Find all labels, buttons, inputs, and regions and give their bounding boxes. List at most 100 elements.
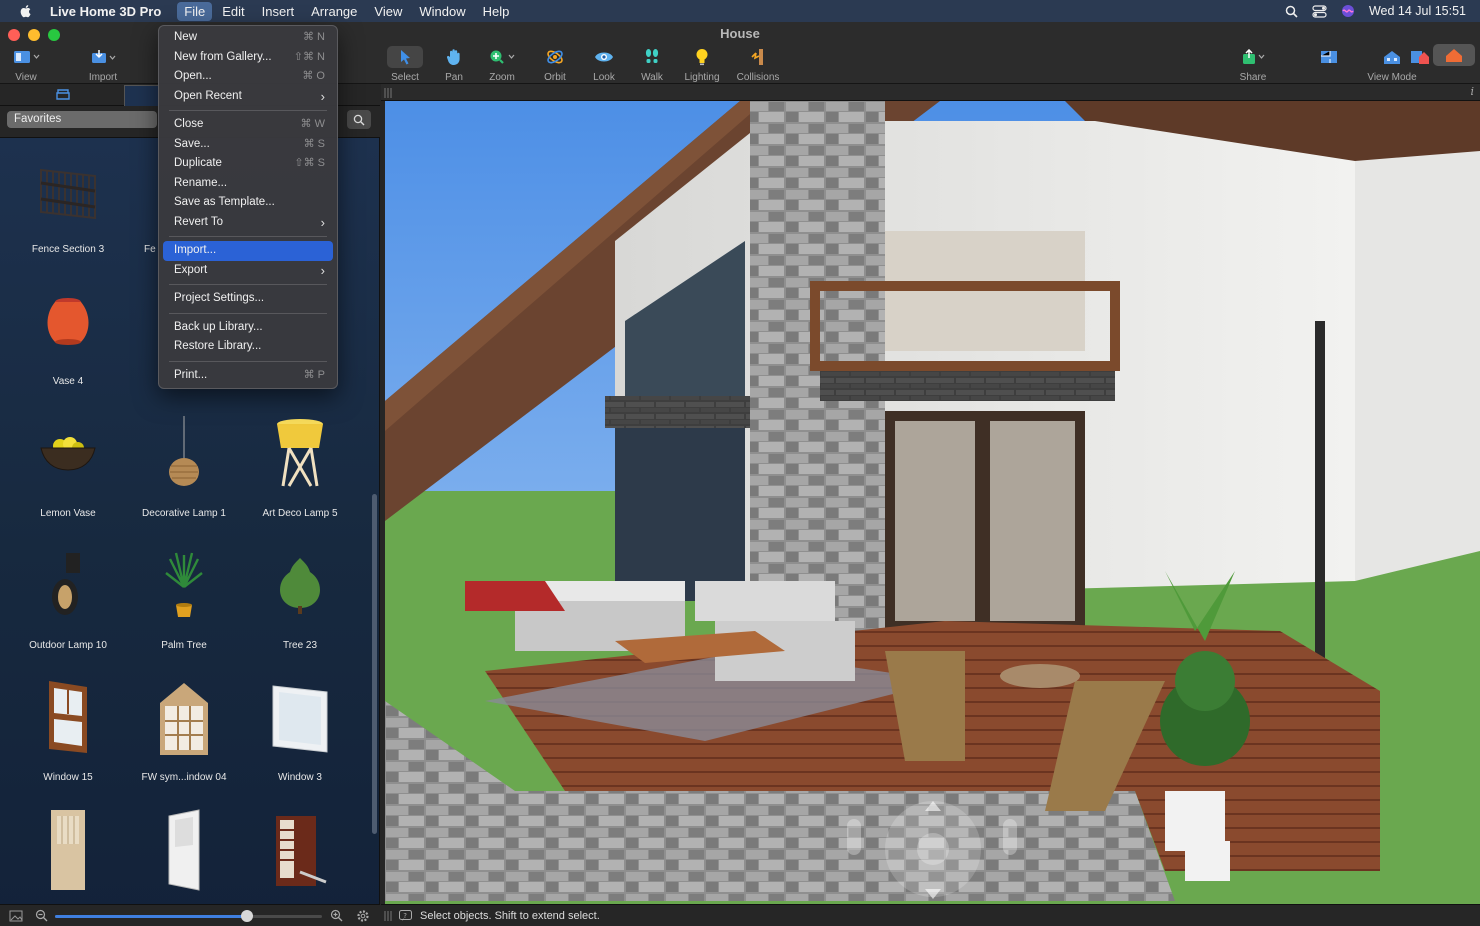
menu-item-new[interactable]: New ⌘ N bbox=[163, 28, 333, 48]
apple-logo-icon[interactable] bbox=[18, 3, 34, 19]
house-red-icon bbox=[1446, 49, 1462, 62]
library-item[interactable]: Fence Section 3 bbox=[10, 140, 126, 272]
menubar-clock[interactable]: Wed 14 Jul 15:51 bbox=[1369, 4, 1466, 18]
library-item[interactable] bbox=[126, 800, 242, 904]
menu-item-duplicate[interactable]: Duplicate ⇧⌘ S bbox=[163, 154, 333, 174]
thumbnail-size-slider[interactable] bbox=[55, 910, 322, 922]
zoom-tool[interactable]: Zoom bbox=[474, 46, 530, 83]
menu-arrange[interactable]: Arrange bbox=[304, 2, 364, 21]
arched-window-icon bbox=[160, 683, 208, 755]
palm-tree-icon bbox=[165, 552, 203, 617]
menu-view[interactable]: View bbox=[367, 2, 409, 21]
slider-knob[interactable] bbox=[241, 910, 254, 922]
library-tab-active[interactable] bbox=[124, 85, 160, 106]
menu-edit[interactable]: Edit bbox=[215, 2, 251, 21]
library-item[interactable] bbox=[242, 800, 358, 904]
library-item[interactable]: Tree 23 bbox=[242, 536, 358, 668]
library-search-button[interactable] bbox=[347, 110, 371, 129]
help-icon[interactable]: ? bbox=[399, 909, 412, 922]
menu-item-import[interactable]: Import... bbox=[163, 241, 333, 261]
menu-item-revert-to[interactable]: Revert To › bbox=[163, 213, 333, 233]
cursor-arrow-icon bbox=[401, 50, 410, 65]
pendant-lamp-icon bbox=[169, 416, 199, 486]
menu-item-save-as-template[interactable]: Save as Template... bbox=[163, 193, 333, 213]
lighting-tool[interactable]: Lighting bbox=[674, 46, 730, 83]
drag-handle-icon[interactable] bbox=[384, 88, 392, 98]
control-center-icon[interactable] bbox=[1312, 4, 1327, 18]
menu-window[interactable]: Window bbox=[412, 2, 472, 21]
window-icon bbox=[49, 681, 87, 753]
import-button[interactable]: Import bbox=[75, 46, 131, 83]
door-icon bbox=[51, 810, 85, 890]
share-label: Share bbox=[1239, 72, 1267, 83]
orbit-icon bbox=[547, 50, 563, 64]
menu-item-close[interactable]: Close ⌘ W bbox=[163, 115, 333, 135]
menu-item-print[interactable]: Print... ⌘ P bbox=[163, 366, 333, 386]
floor-lamp-icon bbox=[277, 419, 323, 487]
sofa-tab-icon[interactable] bbox=[55, 88, 71, 102]
lightbulb-icon bbox=[696, 49, 708, 66]
sidebar-view-icon bbox=[14, 51, 40, 63]
menu-help[interactable]: Help bbox=[476, 2, 517, 21]
menu-item-open[interactable]: Open... ⌘ O bbox=[163, 67, 333, 87]
menu-item-label: Export bbox=[174, 263, 208, 276]
library-item[interactable] bbox=[10, 800, 126, 904]
library-item[interactable]: FW sym...indow 04 bbox=[126, 668, 242, 800]
door-icon bbox=[276, 816, 327, 886]
vase-icon bbox=[47, 298, 89, 345]
slider-fill bbox=[55, 915, 248, 918]
info-icon[interactable]: i bbox=[1470, 85, 1474, 98]
menu-item-rename[interactable]: Rename... bbox=[163, 174, 333, 194]
svg-text:?: ? bbox=[403, 912, 407, 920]
lighting-label: Lighting bbox=[684, 72, 720, 83]
zoom-in-icon[interactable] bbox=[330, 909, 343, 922]
menu-item-open-recent[interactable]: Open Recent › bbox=[163, 87, 333, 107]
3d-viewport[interactable] bbox=[385, 101, 1480, 904]
collisions-tool[interactable]: Collisions bbox=[730, 46, 786, 83]
eye-icon bbox=[595, 52, 613, 62]
menu-item-export[interactable]: Export › bbox=[163, 261, 333, 281]
library-item[interactable]: Vase 4 bbox=[10, 272, 126, 404]
view-toggle-button[interactable]: View bbox=[0, 46, 54, 83]
library-item[interactable]: Lemon Vase bbox=[10, 404, 126, 536]
menu-item-shortcut: ⇧⌘ N bbox=[293, 50, 325, 63]
menu-separator bbox=[169, 236, 327, 237]
menu-item-project-settings[interactable]: Project Settings... bbox=[163, 289, 333, 309]
select-tool[interactable]: Select bbox=[377, 46, 433, 83]
library-item[interactable]: Decorative Lamp 1 bbox=[126, 404, 242, 536]
drag-handle-icon[interactable] bbox=[384, 910, 392, 921]
floor-plan-icon bbox=[1321, 51, 1337, 63]
menu-item-new-from-gallery[interactable]: New from Gallery... ⇧⌘ N bbox=[163, 48, 333, 68]
menu-item-label: Open... bbox=[174, 70, 212, 82]
library-item[interactable]: Art Deco Lamp 5 bbox=[242, 404, 358, 536]
menu-item-restore-library[interactable]: Restore Library... bbox=[163, 337, 333, 357]
menu-insert[interactable]: Insert bbox=[255, 2, 302, 21]
siri-icon[interactable] bbox=[1341, 4, 1355, 18]
share-button[interactable]: Share bbox=[1225, 46, 1281, 83]
library-footer bbox=[0, 904, 380, 926]
menu-file[interactable]: File bbox=[177, 1, 213, 21]
house-render-image bbox=[385, 101, 1480, 904]
zoom-out-icon[interactable] bbox=[35, 909, 48, 922]
hand-icon bbox=[446, 49, 460, 65]
status-bar: ? Select objects. Shift to extend select… bbox=[381, 904, 1480, 926]
library-item[interactable]: Outdoor Lamp 10 bbox=[10, 536, 126, 668]
library-item[interactable]: Window 3 bbox=[242, 668, 358, 800]
chevron-right-icon: › bbox=[320, 214, 325, 230]
search-icon bbox=[353, 114, 365, 125]
gear-icon[interactable] bbox=[356, 909, 370, 923]
library-scrollbar[interactable] bbox=[372, 494, 377, 834]
library-item[interactable]: Palm Tree bbox=[126, 536, 242, 668]
app-name-menu[interactable]: Live Home 3D Pro bbox=[50, 4, 161, 19]
walk-tool[interactable]: Walk bbox=[624, 46, 680, 83]
library-item[interactable]: Window 15 bbox=[10, 668, 126, 800]
menu-item-save[interactable]: Save... ⌘ S bbox=[163, 135, 333, 155]
image-icon[interactable] bbox=[9, 910, 23, 922]
category-select[interactable]: Favorites bbox=[7, 111, 157, 128]
spotlight-search-icon[interactable] bbox=[1285, 5, 1298, 18]
orbit-tool[interactable]: Orbit bbox=[527, 46, 583, 83]
menu-item-back-up-library[interactable]: Back up Library... bbox=[163, 318, 333, 338]
2d-plan-button[interactable] bbox=[1301, 46, 1357, 68]
menu-item-shortcut: ⌘ W bbox=[300, 118, 325, 130]
3d-view-button[interactable] bbox=[1425, 44, 1480, 66]
